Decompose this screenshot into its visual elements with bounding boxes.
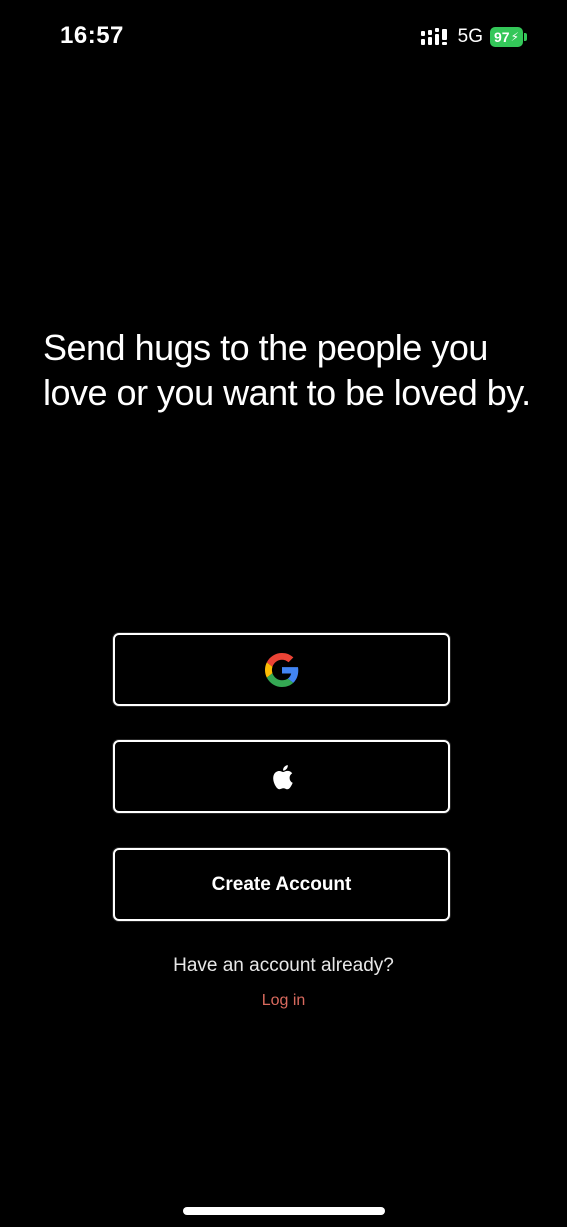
- have-account-text: Have an account already?: [173, 955, 394, 976]
- battery-level: 97: [493, 29, 510, 45]
- create-account-button[interactable]: Create Account: [113, 848, 450, 921]
- login-link[interactable]: Log in: [0, 992, 567, 1010]
- apple-icon: [272, 764, 293, 789]
- apple-sign-in-button[interactable]: [113, 740, 450, 813]
- signal-bars-icon: [420, 28, 447, 45]
- home-indicator[interactable]: [183, 1207, 385, 1215]
- status-indicators: 5G 97 ⚡: [420, 26, 527, 48]
- google-sign-in-button[interactable]: [113, 633, 450, 706]
- status-bar: 16:57 5G 97 ⚡: [0, 0, 567, 76]
- create-account-label: Create Account: [211, 873, 352, 895]
- google-icon: [264, 652, 298, 687]
- network-type: 5G: [457, 26, 483, 47]
- status-time: 16:57: [60, 22, 124, 49]
- battery-cap: [524, 33, 527, 41]
- charging-bolt-icon: ⚡: [510, 30, 519, 44]
- tagline: Send hugs to the people you love or you …: [43, 327, 531, 413]
- battery-charging-icon: 97 ⚡: [489, 27, 523, 47]
